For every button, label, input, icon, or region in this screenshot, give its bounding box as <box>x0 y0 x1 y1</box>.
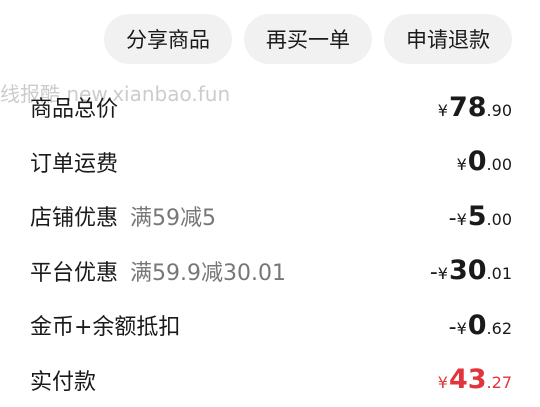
row-label: 订单运费 <box>30 146 118 178</box>
row-label: 实付款 <box>30 364 96 396</box>
price-breakdown: 商品总价 ¥78.90 订单运费 ¥0.00 店铺优惠 满59减5 -¥5.00… <box>0 80 540 407</box>
paid-amount: ¥43.27 <box>438 364 512 395</box>
order-actions: 分享商品 再买一单 申请退款 <box>104 14 512 64</box>
row-amount: ¥78.90 <box>438 92 512 123</box>
row-amount: -¥0.62 <box>449 310 512 341</box>
row-amount: -¥30.01 <box>430 255 512 286</box>
row-coin-balance-deduction: 金币+余额抵扣 -¥0.62 <box>0 298 540 353</box>
share-product-button[interactable]: 分享商品 <box>104 14 232 64</box>
buy-again-button[interactable]: 再买一单 <box>244 14 372 64</box>
request-refund-button[interactable]: 申请退款 <box>384 14 512 64</box>
row-amount: ¥0.00 <box>457 146 512 177</box>
row-label: 商品总价 <box>30 91 118 123</box>
row-label: 平台优惠 <box>30 255 118 287</box>
row-platform-discount: 平台优惠 满59.9减30.01 -¥30.01 <box>0 244 540 299</box>
row-amount-paid: 实付款 ¥43.27 <box>0 353 540 407</box>
discount-rule: 满59.9减30.01 <box>130 255 286 287</box>
row-store-discount: 店铺优惠 满59减5 -¥5.00 <box>0 189 540 244</box>
row-amount: -¥5.00 <box>449 201 512 232</box>
row-label: 店铺优惠 <box>30 200 118 232</box>
row-goods-total: 商品总价 ¥78.90 <box>0 80 540 135</box>
row-shipping: 订单运费 ¥0.00 <box>0 135 540 190</box>
discount-rule: 满59减5 <box>130 200 216 232</box>
row-label: 金币+余额抵扣 <box>30 309 180 341</box>
